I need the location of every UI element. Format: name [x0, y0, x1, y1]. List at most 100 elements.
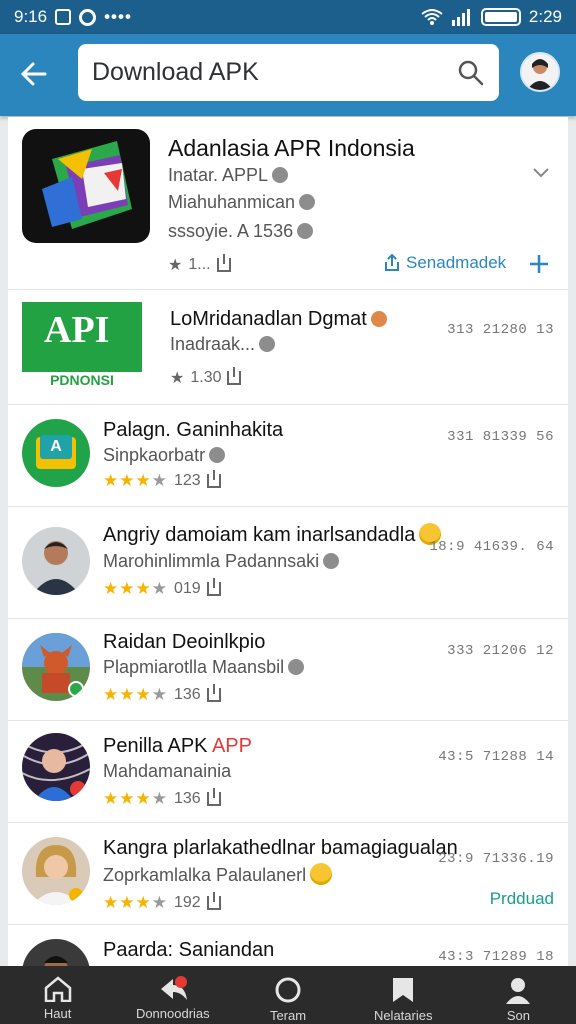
avatar	[22, 527, 90, 595]
app-code: 18:9 41639. 64	[429, 539, 554, 555]
globe-icon	[209, 447, 226, 463]
app-subtitle-2: Miahuhanmican	[168, 192, 316, 213]
list-item[interactable]: A Palagn. Ganinhakita Sinpkaorbatr ★★★★ …	[8, 405, 568, 507]
app-meta: ★★★★ 123	[103, 470, 221, 491]
chevron-down-icon[interactable]	[532, 167, 550, 179]
rating-stars: ★★★★	[103, 789, 168, 808]
nav-home-label: Haut	[43, 1006, 72, 1021]
logo-bottom-text: PDNONSI	[22, 372, 142, 388]
app-title: Kangra plarlakathedlnar bamagiagualan	[103, 837, 458, 859]
app-code: 23:9 71336.19	[438, 851, 554, 867]
circle-icon	[275, 977, 301, 1003]
share-icon	[385, 254, 399, 271]
app-title: Angriy damoiam kam inarlsandadla	[103, 523, 442, 547]
app-title: Palagn. Ganinhakita	[103, 419, 284, 441]
list-item[interactable]: Angriy damoiam kam inarlsandadla Marohin…	[8, 507, 568, 619]
download-icon	[206, 788, 221, 806]
grin-emoji-icon	[310, 863, 333, 885]
list-item[interactable]: Paarda: Saniandan 43:3 71289 18	[8, 925, 568, 966]
download-icon	[206, 892, 221, 910]
star-icon: ★	[168, 257, 183, 274]
product-button[interactable]: Prdduad	[490, 889, 554, 909]
avatar	[22, 939, 90, 966]
list-item[interactable]: Penilla APK APP Mahdamanainia ★★★★ 136 4…	[8, 721, 568, 823]
app-meta: ★ 1...	[168, 254, 231, 275]
list-item[interactable]: Raidan Deoinlkpio Plapmiarotlla Maansbil…	[8, 619, 568, 721]
app-title: Raidan Deoinlkpio	[103, 631, 266, 653]
app-title: Adanlasia APR Indonsia	[168, 135, 415, 161]
avatar	[22, 633, 90, 701]
logo-top-text: API	[44, 309, 110, 351]
app-code: 43:5 71288 14	[438, 749, 554, 765]
download-icon	[216, 254, 231, 272]
globe-icon	[323, 553, 340, 569]
nav-home[interactable]: Haut	[0, 966, 115, 1024]
list-item[interactable]: Adanlasia APR Indonsia Inatar. APPL Miah…	[8, 117, 568, 290]
globe-icon	[288, 659, 305, 675]
person-icon	[506, 978, 531, 1004]
app-meta: ★★★★ 192	[103, 892, 221, 913]
nav-downloads[interactable]: Donnoodrias	[115, 966, 230, 1024]
add-icon[interactable]	[528, 253, 550, 275]
list-item[interactable]: Kangra plarlakathedlnar bamagiagualan Zo…	[8, 823, 568, 925]
signal-icon	[451, 9, 470, 26]
wifi-icon	[421, 9, 443, 25]
avatar	[22, 733, 90, 801]
nav-teram-label: Teram	[269, 1008, 307, 1023]
results-list: Adanlasia APR Indonsia Inatar. APPL Miah…	[8, 117, 568, 966]
rating-stars: ★★★★	[103, 893, 168, 912]
circle-app-icon	[79, 8, 97, 26]
battery-icon	[480, 8, 521, 26]
app-code: 43:3 71289 18	[438, 949, 554, 965]
list-item[interactable]: API PDNONSI LoMridanadlan Dgmat Inadraak…	[8, 290, 568, 405]
app-code: 331 81339 56	[447, 429, 554, 445]
app-meta: ★★★★ 136	[103, 684, 221, 705]
globe-icon	[272, 167, 289, 183]
status-time-right: 2:29	[528, 7, 562, 26]
app-subtitle: Mahdamanainia	[103, 761, 232, 781]
avatar[interactable]	[520, 52, 560, 92]
star-icon: ★	[170, 370, 185, 387]
download-icon	[206, 684, 221, 702]
nav-downloads-label: Donnoodrias	[135, 1006, 210, 1021]
app-code: 333 21206 12	[447, 643, 554, 659]
status-time-left: 9:16	[14, 7, 48, 26]
app-meta: ★ 1.30	[170, 367, 242, 388]
send-button[interactable]: Senadmadek	[384, 253, 506, 273]
search-input[interactable]: Download APK	[78, 44, 499, 101]
nav-son[interactable]: Son	[461, 966, 576, 1024]
back-arrow-icon	[20, 62, 47, 86]
app-title: Penilla APK APP	[103, 735, 252, 757]
nav-son-label: Son	[506, 1008, 530, 1023]
nav-nelataries[interactable]: Nelataries	[346, 966, 461, 1024]
bookmark-icon	[393, 978, 414, 1002]
app-icon	[22, 129, 150, 243]
home-icon	[44, 976, 71, 1002]
rating-stars: ★★★★	[103, 579, 168, 598]
search-query[interactable]: Download APK	[92, 58, 457, 87]
nav-nelataries-label: Nelataries	[373, 1008, 433, 1023]
rating-stars: ★★★★	[103, 685, 168, 704]
app-subtitle-3: sssoyie. A 1536	[168, 221, 314, 242]
back-button[interactable]	[14, 54, 54, 94]
badge-icon	[370, 311, 387, 327]
avatar	[22, 837, 90, 905]
nav-teram[interactable]: Teram	[230, 966, 345, 1024]
app-icon: A	[22, 419, 90, 487]
app-logo: API PDNONSI	[22, 302, 142, 388]
lock-icon	[55, 9, 72, 25]
app-subtitle: Sinpkaorbatr	[103, 445, 226, 466]
app-subtitle: Marohinlimmla Padannsaki	[103, 551, 340, 572]
search-icon[interactable]	[457, 59, 485, 87]
app-meta: ★★★★ 019	[103, 578, 221, 599]
globe-icon	[299, 194, 316, 210]
app-bar: Download APK	[0, 34, 576, 116]
app-subtitle: Plapmiarotlla Maansbil	[103, 657, 305, 678]
rating-stars: ★★★★	[103, 471, 168, 490]
download-icon	[206, 578, 221, 596]
app-code: 313 21280 13	[447, 322, 554, 338]
app-meta: ★★★★ 136	[103, 788, 221, 809]
download-icon	[206, 470, 221, 488]
app-subtitle: Inatar. APPL	[168, 165, 289, 186]
app-subtitle: Inadraak...	[170, 334, 276, 355]
